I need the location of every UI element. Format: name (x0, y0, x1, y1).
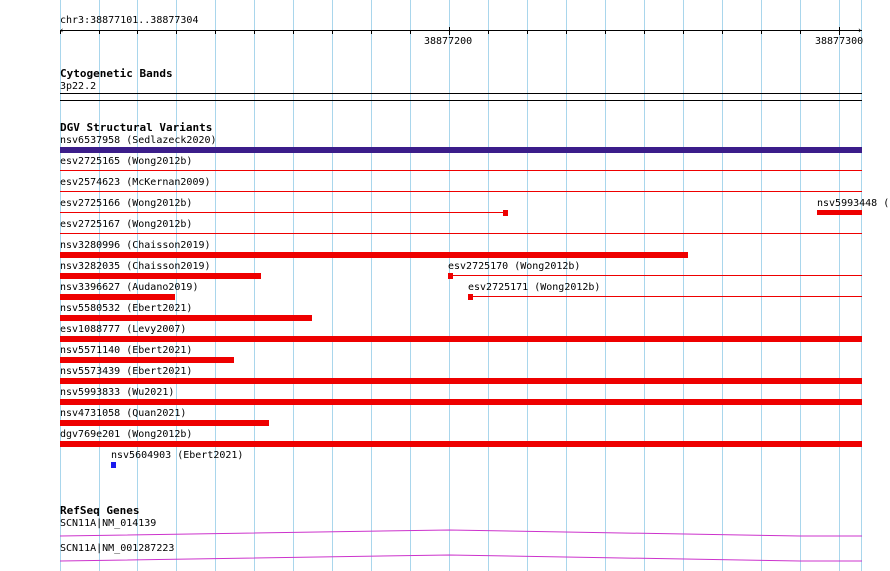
track-title-cytoband: Cytogenetic Bands (60, 67, 173, 80)
gene-model-line[interactable] (59, 554, 862, 562)
ruler-tick (371, 30, 372, 34)
ruler-tick (410, 30, 411, 34)
variant-label[interactable]: nsv5571140 (Ebert2021) (60, 345, 192, 356)
variant-label[interactable]: esv2725171 (Wong2012b) (468, 282, 600, 293)
grid-line (449, 0, 450, 571)
variant-feature-bar[interactable] (468, 294, 473, 300)
grid-line (254, 0, 255, 571)
grid-line (761, 0, 762, 571)
variant-feature-bar[interactable] (60, 273, 261, 279)
variant-feature-bar[interactable] (817, 210, 862, 215)
gene-label[interactable]: SCN11A|NM_014139 (60, 518, 156, 529)
grid-line (605, 0, 606, 571)
track-title-dgv: DGV Structural Variants (60, 121, 213, 134)
variant-label[interactable]: esv2725166 (Wong2012b) (60, 198, 192, 209)
grid-line (722, 0, 723, 571)
grid-line (410, 0, 411, 571)
grid-line (371, 0, 372, 571)
track-title-refseq: RefSeq Genes (60, 504, 140, 517)
variant-connector-line[interactable] (453, 275, 862, 276)
ruler-tick (215, 30, 216, 34)
ruler-tick (488, 30, 489, 34)
variant-label[interactable]: nsv3396627 (Audano2019) (60, 282, 198, 293)
ruler-tick (99, 30, 100, 34)
variant-label[interactable]: nsv5573439 (Ebert2021) (60, 366, 192, 377)
variant-connector-line[interactable] (473, 296, 862, 297)
grid-line (293, 0, 294, 571)
genome-browser-view[interactable]: chr3:38877101..38877304 ‹ › 38877200 388… (0, 0, 890, 571)
ruler-tick (254, 30, 255, 34)
ruler-tick (605, 30, 606, 34)
ruler-tick-label: 38877200 (424, 36, 473, 47)
variant-feature-bar[interactable] (60, 294, 175, 300)
grid-line (683, 0, 684, 571)
variant-feature-bar[interactable] (60, 147, 862, 153)
variant-label[interactable]: nsv3280996 (Chaisson2019) (60, 240, 211, 251)
ruler-tick (722, 30, 723, 34)
variant-label[interactable]: nsv6537958 (Sedlazeck2020) (60, 135, 217, 146)
variant-feature-bar[interactable] (60, 252, 688, 258)
ruler-tick (137, 30, 138, 34)
variant-label[interactable]: dgv769e201 (Wong2012b) (60, 429, 192, 440)
grid-line (839, 0, 840, 571)
gene-label[interactable]: SCN11A|NM_001287223 (60, 543, 174, 554)
variant-label[interactable]: esv2725165 (Wong2012b) (60, 156, 192, 167)
variant-label[interactable]: esv2725167 (Wong2012b) (60, 219, 192, 230)
variant-feature-bar[interactable] (60, 357, 234, 363)
variant-feature-bar[interactable] (448, 273, 453, 279)
ruler-tick (800, 30, 801, 34)
variant-label[interactable]: nsv4731058 (Quan2021) (60, 408, 186, 419)
cytoband-bar-bottom (60, 100, 862, 101)
ruler-tick (449, 27, 450, 35)
variant-feature-bar[interactable] (60, 336, 862, 342)
variant-feature-bar[interactable] (503, 210, 508, 216)
grid-line (332, 0, 333, 571)
variant-label[interactable]: nsv5580532 (Ebert2021) (60, 303, 192, 314)
grid-line (215, 0, 216, 571)
ruler-axis-line (60, 30, 862, 31)
ruler-tick (527, 30, 528, 34)
variant-connector-line[interactable] (60, 170, 862, 171)
ruler-tick (332, 30, 333, 34)
variant-connector-line[interactable] (60, 233, 862, 234)
ruler-tick (683, 30, 684, 34)
ruler-tick (644, 30, 645, 34)
variant-connector-line[interactable] (60, 212, 508, 213)
grid-line (644, 0, 645, 571)
variant-connector-line[interactable] (60, 191, 862, 192)
variant-label[interactable]: nsv3282035 (Chaisson2019) (60, 261, 211, 272)
variant-feature-bar[interactable] (60, 399, 862, 405)
variant-feature-bar[interactable] (111, 462, 116, 468)
variant-label[interactable]: nsv5993448 (Ebert2021) (817, 198, 890, 209)
ruler-tick (839, 27, 840, 35)
variant-feature-bar[interactable] (60, 315, 312, 321)
variant-label[interactable]: esv1088777 (Levy2007) (60, 324, 186, 335)
variant-label[interactable]: nsv5993833 (Wu2021) (60, 387, 174, 398)
variant-label[interactable]: nsv5604903 (Ebert2021) (111, 450, 243, 461)
ruler-tick (761, 30, 762, 34)
variant-label[interactable]: esv2574623 (McKernan2009) (60, 177, 211, 188)
ruler-tick (566, 30, 567, 34)
grid-line (800, 0, 801, 571)
ruler-tick-label: 38877300 (815, 36, 864, 47)
variant-feature-bar[interactable] (60, 441, 862, 447)
ruler-location-label: chr3:38877101..38877304 (60, 15, 199, 26)
cytoband-label: 3p22.2 (60, 81, 97, 92)
cytoband-bar-top (60, 93, 862, 94)
variant-label[interactable]: esv2725170 (Wong2012b) (448, 261, 580, 272)
gene-model-line[interactable] (59, 529, 862, 537)
grid-line (861, 0, 862, 571)
variant-feature-bar[interactable] (60, 420, 269, 426)
ruler-tick (293, 30, 294, 34)
ruler-tick (60, 30, 61, 34)
ruler-tick (176, 30, 177, 34)
variant-feature-bar[interactable] (60, 378, 862, 384)
ruler-right-arrow-icon: › (857, 26, 863, 36)
